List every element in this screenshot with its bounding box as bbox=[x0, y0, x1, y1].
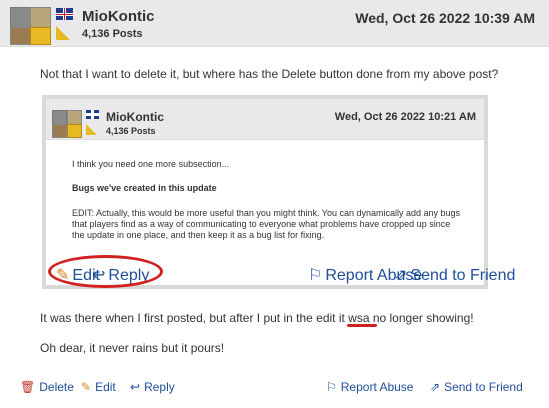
avatar[interactable] bbox=[10, 7, 31, 28]
quoted-send-to-friend-label: Send to Friend bbox=[410, 267, 516, 284]
send-to-friend-button[interactable]: ⇗ Send to Friend bbox=[430, 380, 523, 394]
quoted-post-count: 4,136 Posts bbox=[106, 126, 156, 136]
avatar-badge bbox=[30, 7, 51, 28]
trash-icon: 🗑 bbox=[20, 380, 36, 394]
reply-button[interactable]: ↩ Reply bbox=[130, 380, 175, 394]
avatar-badge bbox=[67, 110, 82, 125]
post-body-text: It was there when I first posted, but af… bbox=[40, 311, 474, 325]
red-annotation-underline bbox=[347, 324, 377, 327]
edit-button[interactable]: ✎ Edit bbox=[81, 380, 116, 394]
delete-label: Delete bbox=[39, 380, 74, 394]
quoted-text-heading: Bugs we've created in this update bbox=[72, 183, 217, 193]
send-to-friend-label: Send to Friend bbox=[444, 380, 523, 394]
embedded-screenshot: MioKontic 4,136 Posts Wed, Oct 26 2022 1… bbox=[42, 95, 515, 289]
reply-arrow-icon: ↩ bbox=[130, 380, 141, 394]
flag-outline-icon: ⚐ bbox=[308, 267, 323, 284]
post-date: Wed, Oct 26 2022 10:39 AM bbox=[355, 10, 535, 26]
edit-label: Edit bbox=[95, 380, 116, 394]
report-abuse-button[interactable]: ⚐ Report Abuse bbox=[326, 380, 413, 394]
rank-badge-icon bbox=[86, 124, 97, 135]
quoted-post-date: Wed, Oct 26 2022 10:21 AM bbox=[334, 111, 476, 123]
avatar-badge bbox=[30, 27, 51, 45]
post-count: 4,136 Posts bbox=[82, 28, 143, 40]
share-icon: ⇗ bbox=[430, 380, 441, 394]
report-abuse-label: Report Abuse bbox=[340, 380, 414, 394]
reply-label: Reply bbox=[144, 380, 175, 394]
avatar-badge bbox=[10, 27, 31, 45]
post-body-text: Not that I want to delete it, but where … bbox=[40, 67, 499, 81]
red-annotation-oval bbox=[48, 255, 163, 288]
pencil-icon: ✎ bbox=[81, 380, 92, 394]
uk-flag-icon bbox=[56, 8, 73, 20]
avatar-badge bbox=[67, 124, 82, 138]
quoted-text-paragraph: EDIT: Actually, this would be more usefu… bbox=[72, 208, 461, 240]
post-header: MioKontic 4,136 Posts Wed, Oct 26 2022 1… bbox=[0, 0, 549, 47]
quoted-username: MioKontic bbox=[106, 110, 164, 124]
quoted-send-to-friend-link: ⇗ Send to Friend bbox=[394, 265, 515, 285]
uk-flag-icon bbox=[86, 110, 99, 119]
delete-button[interactable]: 🗑 Delete bbox=[20, 380, 74, 394]
quoted-post-header: MioKontic 4,136 Posts Wed, Oct 26 2022 1… bbox=[46, 99, 484, 140]
share-icon: ⇗ bbox=[394, 267, 408, 284]
post-body-text: Oh dear, it never rains but it pours! bbox=[40, 341, 225, 355]
avatar-badge bbox=[52, 124, 67, 138]
rank-badge-icon bbox=[56, 26, 70, 40]
avatar bbox=[52, 110, 67, 125]
flag-outline-icon: ⚐ bbox=[326, 380, 337, 394]
quoted-text-line: I think you need one more subsection... bbox=[72, 159, 230, 169]
username-link[interactable]: MioKontic bbox=[82, 8, 155, 25]
